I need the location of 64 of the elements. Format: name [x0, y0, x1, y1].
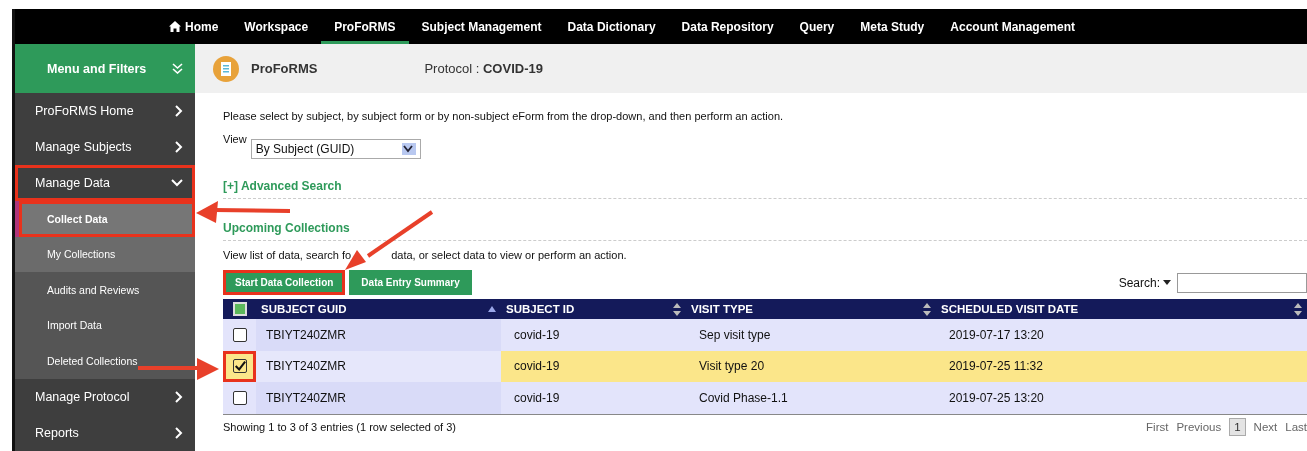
row-checkbox[interactable]	[232, 390, 247, 405]
table-cell: TBIYT240ZMR	[256, 319, 501, 351]
nav-link[interactable]: Meta Study	[847, 9, 938, 44]
nav-link[interactable]: Workspace	[231, 9, 322, 44]
table-cell-text: 2019-07-17 13:20	[948, 326, 1045, 344]
nav-link[interactable]: Home	[156, 9, 232, 44]
column-header[interactable]: SUBJECT GUID	[256, 299, 501, 319]
section-title: Upcoming Collections	[223, 221, 350, 235]
column-header[interactable]: VISIT TYPE	[686, 299, 936, 319]
table-cell-text: Covid Phase-1.1	[698, 389, 789, 407]
chevron-right-icon	[175, 105, 183, 117]
pagination-link[interactable]: Previous	[1176, 420, 1222, 433]
view-label: View	[223, 133, 247, 145]
double-chevron-icon	[172, 63, 183, 74]
section-description: View list of data, search fo	[223, 249, 352, 261]
table-cell-text: 2019-07-25 11:32	[948, 358, 1044, 376]
row-checkbox[interactable]	[232, 359, 247, 374]
chevron-right-icon	[175, 141, 183, 153]
search-label: Search:	[1118, 275, 1160, 290]
action-button[interactable]: Data Entry Summary	[349, 270, 472, 295]
pagination-link[interactable]: Last	[1285, 420, 1307, 433]
nav-link[interactable]: Account Management	[937, 9, 1088, 44]
sidebar-header[interactable]: Menu and Filters	[15, 44, 195, 93]
nav-link[interactable]: Data Dictionary	[554, 9, 669, 44]
page-button[interactable]: 1	[1229, 417, 1246, 436]
table-cell-text: covid-19	[513, 326, 561, 344]
advanced-search-link[interactable]: [+] Advanced Search	[223, 179, 342, 193]
home-icon	[169, 21, 181, 32]
table-cell-text: 2019-07-25 13:20	[948, 389, 1045, 407]
table-info: Showing 1 to 3 of 3 entries (1 row selected of 3)	[223, 420, 456, 433]
caret-down-icon	[1163, 280, 1171, 285]
action-button[interactable]: Start Data Collection	[223, 270, 346, 295]
submenu-item[interactable]: Import Data	[15, 307, 195, 343]
caret-icon	[401, 143, 416, 155]
chevron-right-icon	[175, 426, 183, 439]
protocol-label: Protocol : COVID-19	[424, 61, 543, 76]
instruction-text: Please select by subject, by subject form or by non-subject eForm from the drop-down, and then perform an action.	[223, 110, 785, 122]
submenu-item[interactable]: My Collections	[15, 236, 195, 272]
pagination-link[interactable]: First	[1146, 420, 1169, 433]
submenu-item[interactable]: Collect Data	[15, 201, 195, 237]
table-cell-text: covid-19	[513, 358, 561, 376]
table-cell-text: covid-19	[513, 389, 561, 407]
select-all-checkbox[interactable]	[232, 302, 247, 316]
page-title: ProFoRMS	[251, 61, 318, 76]
nav-link[interactable]: Subject Management	[408, 9, 555, 44]
submenu-item[interactable]: Audits and Reviews	[15, 272, 195, 308]
column-header[interactable]: SUBJECT ID	[501, 299, 686, 319]
table-cell-text: Visit type 20	[698, 358, 766, 376]
section-description: data, or select data to view or perform an action.	[391, 249, 627, 261]
table-cell: TBIYT240ZMR	[256, 382, 501, 414]
chevron-right-icon	[175, 390, 183, 403]
table-cell-text: Sep visit type	[698, 326, 772, 344]
sidebar-item[interactable]: Manage Data	[15, 165, 195, 201]
search-field[interactable]	[1177, 272, 1307, 293]
column-header[interactable]: SCHEDULED VISIT DATE	[936, 299, 1307, 319]
form-icon	[213, 55, 239, 82]
chevron-down-icon	[171, 179, 183, 187]
row-checkbox[interactable]	[232, 327, 247, 342]
view-dropdown[interactable]: By Subject (GUID)	[250, 139, 421, 159]
pagination-link[interactable]: Next	[1253, 420, 1278, 433]
nav-link[interactable]: Query	[786, 9, 848, 44]
nav-link[interactable]: Data Repository	[668, 9, 787, 44]
submenu-item[interactable]: Deleted Collections	[15, 343, 195, 379]
table-cell: TBIYT240ZMR	[256, 350, 501, 382]
